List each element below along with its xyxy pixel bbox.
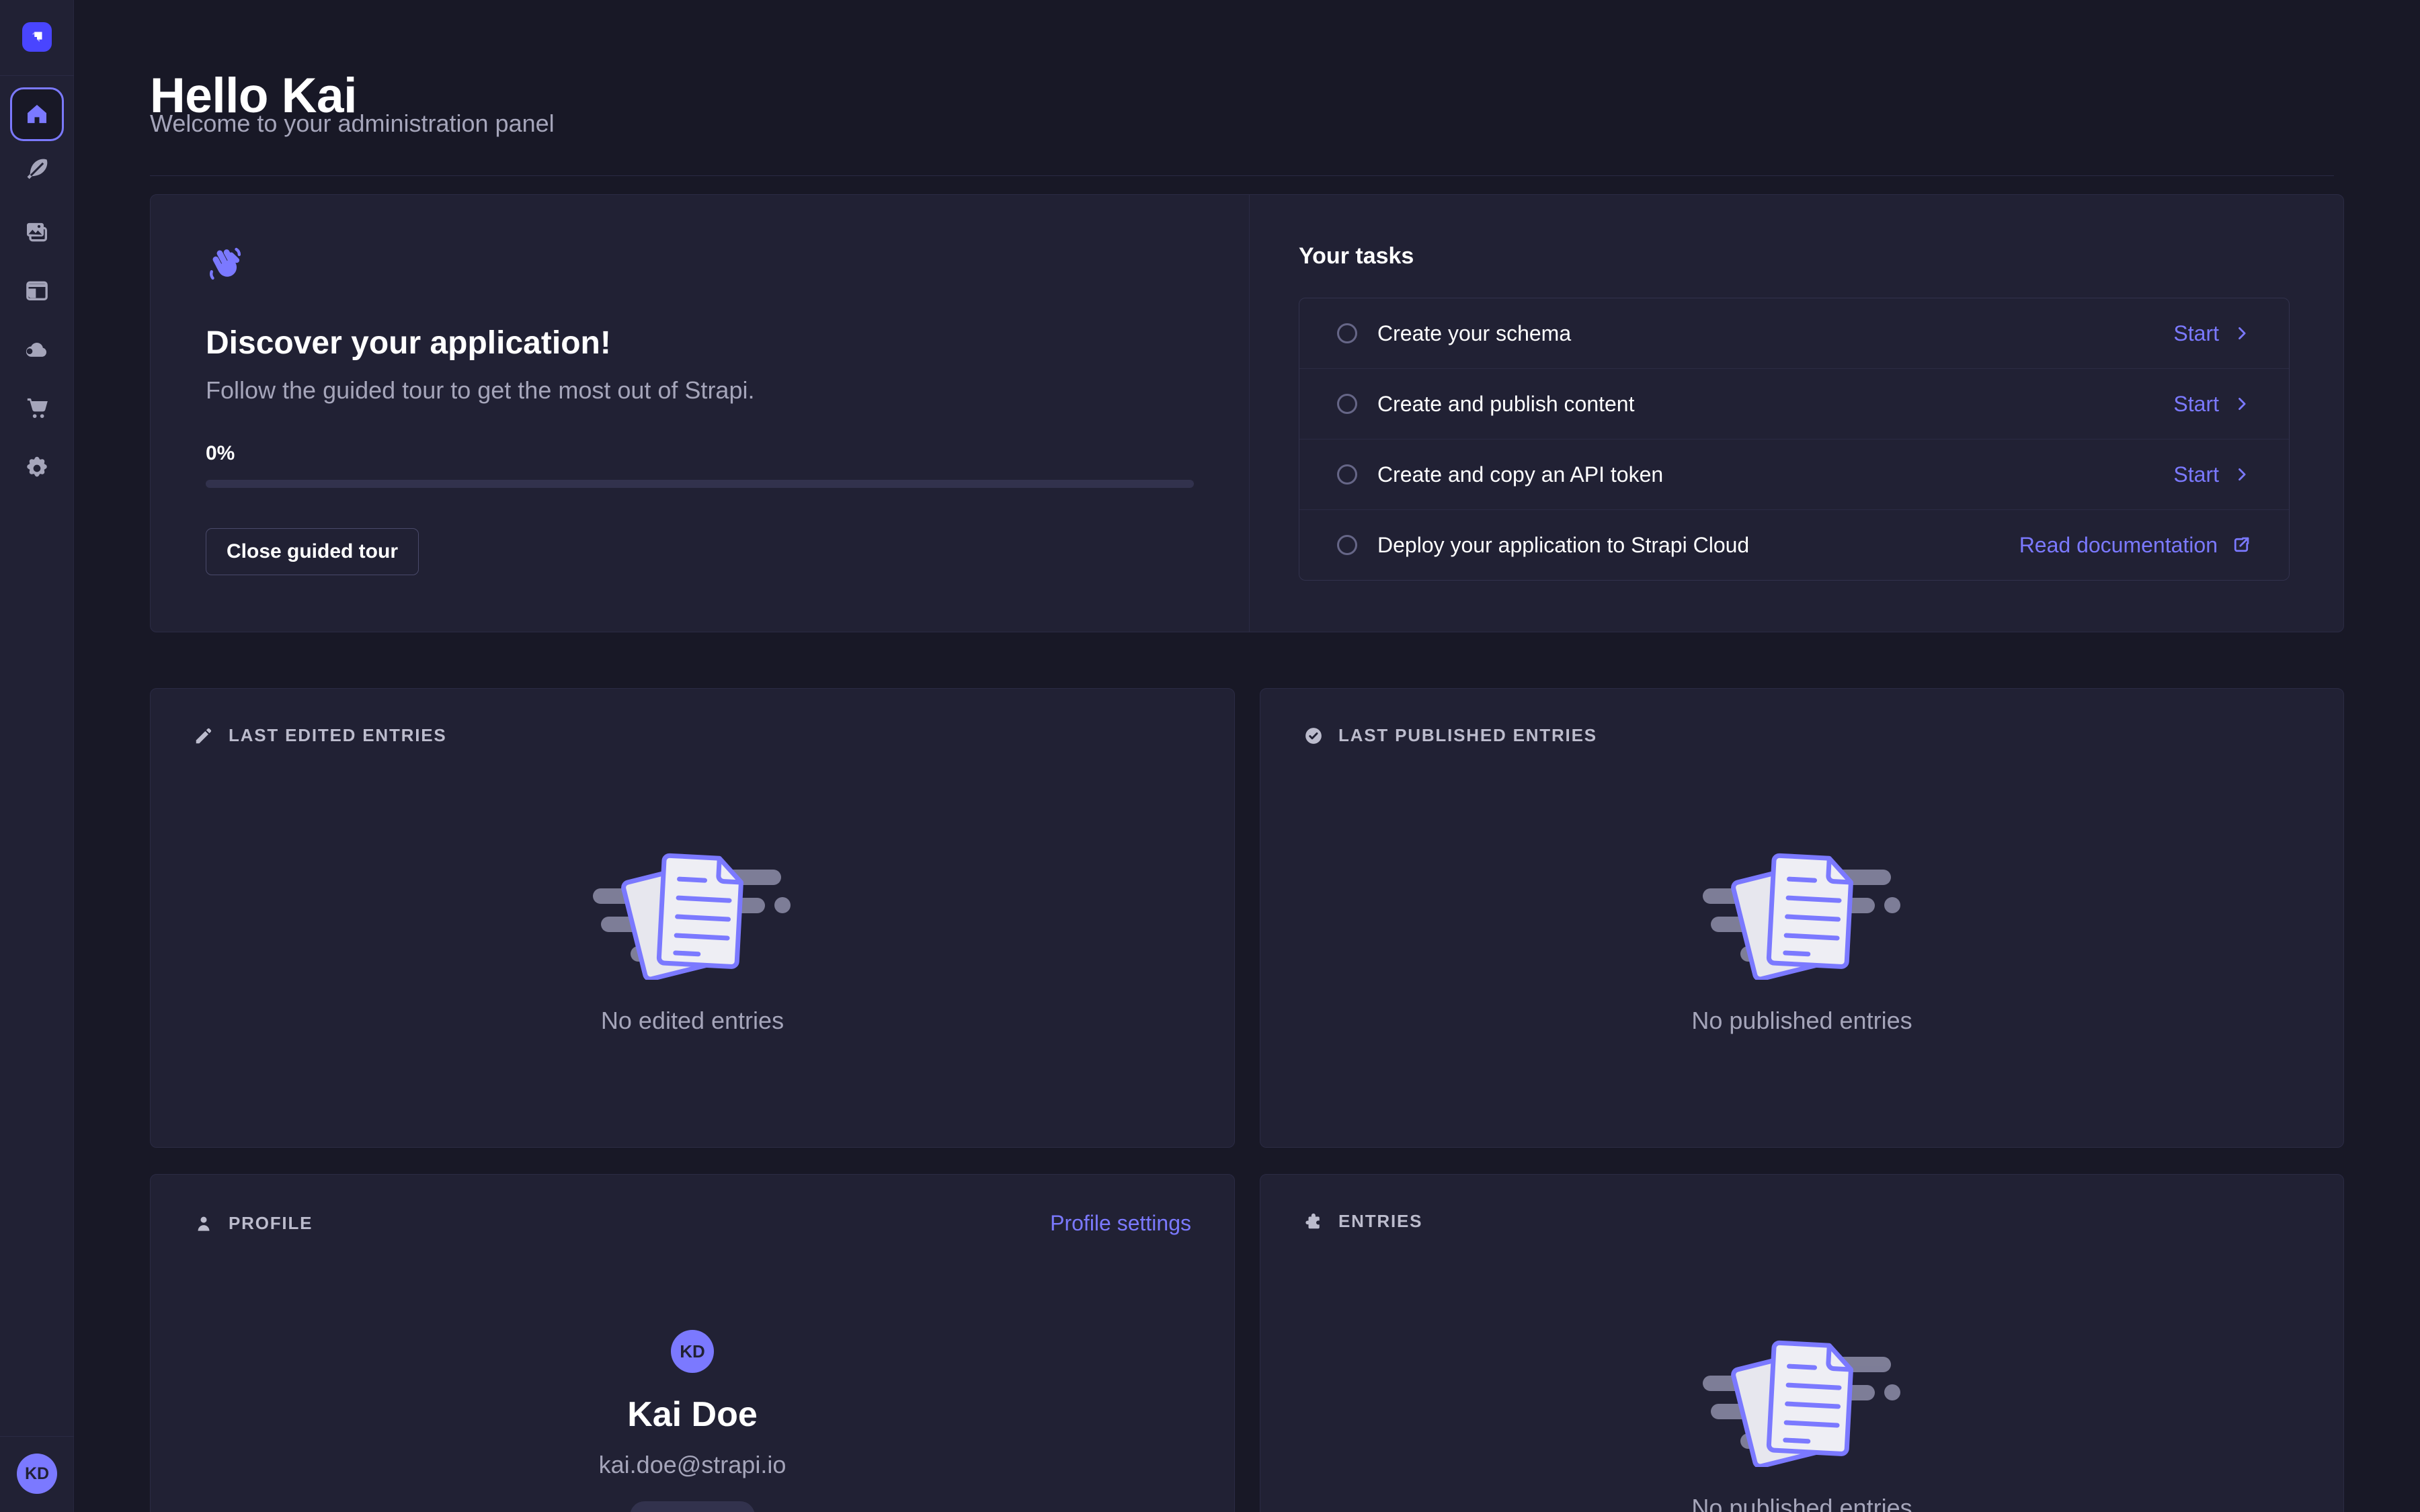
task-status-circle bbox=[1337, 323, 1357, 343]
pencil-icon bbox=[194, 726, 214, 746]
profile-email: kai.doe@strapi.io bbox=[599, 1451, 787, 1479]
task-row-create-schema[interactable]: Create your schema Start bbox=[1299, 298, 2289, 368]
chevron-right-icon bbox=[2232, 394, 2251, 413]
sidebar-divider-top bbox=[0, 75, 74, 76]
widget-header-label: PROFILE bbox=[229, 1213, 313, 1234]
widgets-grid: LAST EDITED ENTRIES No edited entries LA… bbox=[150, 688, 2344, 1512]
strapi-admin-dashboard: KD Hello Kai Welcome to your administrat… bbox=[0, 0, 2420, 1512]
task-action-label: Start bbox=[2173, 321, 2219, 346]
progress-label: 0% bbox=[206, 442, 1249, 465]
empty-documents-illustration bbox=[592, 845, 793, 980]
task-label: Create and copy an API token bbox=[1377, 462, 1663, 487]
sidebar-item-settings[interactable] bbox=[22, 454, 52, 483]
widget-header: LAST EDITED ENTRIES bbox=[151, 689, 1234, 746]
widget-header: ENTRIES bbox=[1260, 1175, 2343, 1232]
sidebar-item-content-manager[interactable] bbox=[22, 155, 52, 184]
task-start-link[interactable]: Start bbox=[2173, 462, 2251, 487]
empty-documents-illustration bbox=[1701, 1333, 1903, 1467]
task-status-circle bbox=[1337, 394, 1357, 414]
profile-role-badge bbox=[630, 1501, 755, 1512]
empty-state-text: No edited entries bbox=[601, 1007, 784, 1035]
guided-tour-card: Discover your application! Follow the gu… bbox=[150, 194, 2344, 632]
entries-widget: ENTRIES No published entries bbox=[1260, 1174, 2344, 1512]
empty-state-text: No published entries bbox=[1691, 1007, 1912, 1035]
waving-hand-icon bbox=[206, 245, 243, 282]
task-label: Deploy your application to Strapi Cloud bbox=[1377, 533, 1749, 558]
empty-state-text: No published entries bbox=[1691, 1494, 1912, 1512]
empty-state: No edited entries bbox=[151, 746, 1234, 1035]
guided-tour-section: Discover your application! Follow the gu… bbox=[151, 195, 1249, 632]
task-row-deploy-strapi-cloud[interactable]: Deploy your application to Strapi Cloud … bbox=[1299, 509, 2289, 580]
close-guided-tour-button[interactable]: Close guided tour bbox=[206, 528, 419, 575]
profile-settings-link[interactable]: Profile settings bbox=[1050, 1211, 1191, 1236]
user-avatar[interactable]: KD bbox=[17, 1454, 57, 1494]
widget-header-label: ENTRIES bbox=[1338, 1211, 1422, 1232]
guided-tour-description: Follow the guided tour to get the most o… bbox=[206, 376, 1249, 405]
tasks-section: Your tasks Create your schema Start Crea… bbox=[1250, 195, 2343, 632]
profile-name: Kai Doe bbox=[627, 1394, 758, 1435]
sidebar-item-content-type-builder[interactable] bbox=[22, 276, 52, 305]
last-published-entries-widget: LAST PUBLISHED ENTRIES No published entr… bbox=[1260, 688, 2344, 1148]
widget-header: PROFILE Profile settings bbox=[151, 1175, 1234, 1236]
home-icon bbox=[23, 100, 51, 128]
task-status-circle bbox=[1337, 535, 1357, 555]
sidebar-item-media-library[interactable] bbox=[22, 218, 52, 247]
last-edited-entries-widget: LAST EDITED ENTRIES No edited entries bbox=[150, 688, 1235, 1148]
widget-header-label: LAST EDITED ENTRIES bbox=[229, 725, 447, 746]
read-documentation-link[interactable]: Read documentation bbox=[2019, 533, 2251, 558]
profile-avatar: KD bbox=[671, 1330, 714, 1373]
chevron-right-icon bbox=[2232, 465, 2251, 484]
cloud-icon bbox=[24, 336, 50, 363]
task-row-create-publish-content[interactable]: Create and publish content Start bbox=[1299, 368, 2289, 439]
guided-tour-title: Discover your application! bbox=[206, 325, 1249, 362]
page-subtitle: Welcome to your administration panel bbox=[150, 110, 555, 138]
widget-header-label: LAST PUBLISHED ENTRIES bbox=[1338, 725, 1597, 746]
images-icon bbox=[24, 219, 50, 246]
task-action-label: Start bbox=[2173, 392, 2219, 417]
task-start-link[interactable]: Start bbox=[2173, 321, 2251, 346]
layout-icon bbox=[24, 277, 50, 304]
puzzle-piece-icon bbox=[1303, 1212, 1324, 1232]
sidebar-item-cloud[interactable] bbox=[22, 335, 52, 364]
progress-bar bbox=[206, 480, 1194, 488]
strapi-logo-button[interactable] bbox=[22, 22, 52, 52]
task-start-link[interactable]: Start bbox=[2173, 392, 2251, 417]
widget-header: LAST PUBLISHED ENTRIES bbox=[1260, 689, 2343, 746]
task-action-label: Read documentation bbox=[2019, 533, 2218, 558]
shopping-cart-icon bbox=[24, 394, 50, 421]
task-label: Create your schema bbox=[1377, 321, 1571, 346]
chevron-right-icon bbox=[2232, 324, 2251, 343]
header-divider bbox=[150, 175, 2334, 176]
external-link-icon bbox=[2231, 535, 2251, 555]
sidebar-item-home[interactable] bbox=[10, 87, 64, 141]
tasks-title: Your tasks bbox=[1299, 243, 2290, 269]
sidebar: KD bbox=[0, 0, 74, 1512]
check-circle-icon bbox=[1303, 726, 1324, 746]
tasks-list: Create your schema Start Create and publ… bbox=[1299, 298, 2290, 581]
feather-pen-icon bbox=[24, 156, 50, 183]
gear-icon bbox=[24, 455, 50, 482]
strapi-logo-icon bbox=[27, 27, 47, 47]
empty-state: No published entries bbox=[1260, 746, 2343, 1035]
empty-state: No published entries bbox=[1260, 1232, 2343, 1512]
profile-body: KD Kai Doe kai.doe@strapi.io bbox=[151, 1236, 1234, 1512]
empty-documents-illustration bbox=[1701, 845, 1903, 980]
task-label: Create and publish content bbox=[1377, 392, 1634, 417]
task-action-label: Start bbox=[2173, 462, 2219, 487]
person-icon bbox=[194, 1214, 214, 1234]
sidebar-item-marketplace[interactable] bbox=[22, 393, 52, 423]
task-row-create-api-token[interactable]: Create and copy an API token Start bbox=[1299, 439, 2289, 509]
sidebar-divider-bottom bbox=[0, 1436, 74, 1437]
task-status-circle bbox=[1337, 464, 1357, 485]
profile-widget: PROFILE Profile settings KD Kai Doe kai.… bbox=[150, 1174, 1235, 1512]
